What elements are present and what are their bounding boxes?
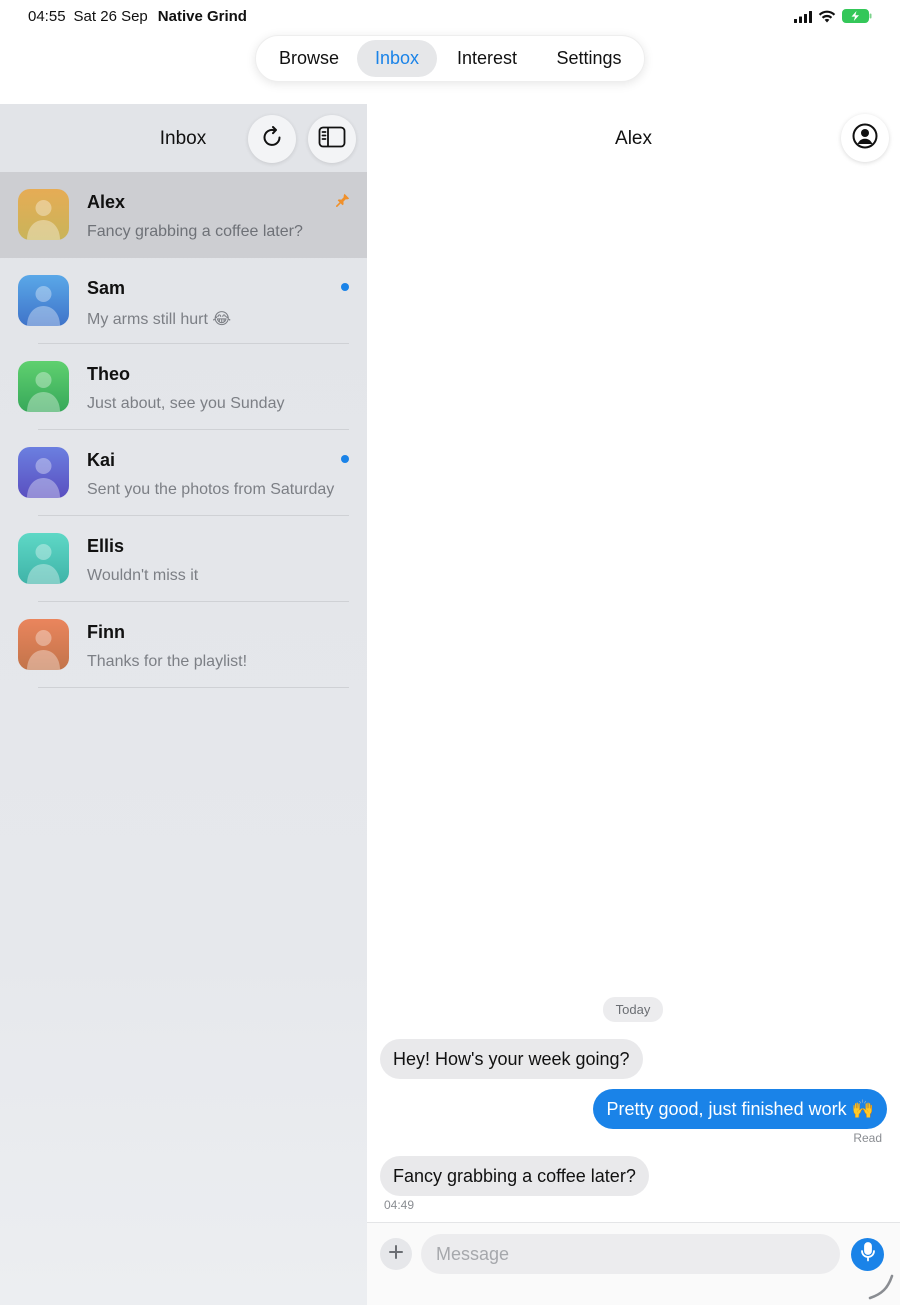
conversation-name: Alex [87, 192, 126, 212]
status-app-name: Native Grind [157, 8, 247, 25]
avatar [18, 447, 69, 498]
message-bubble-incoming[interactable]: Hey! How's your week going? [380, 1039, 643, 1079]
sidebar-header: Inbox [0, 104, 367, 172]
unread-indicator [341, 455, 349, 463]
message-timestamp: 04:49 [384, 1198, 415, 1212]
conversation-name: Theo [87, 364, 130, 384]
conversation-preview: My arms still hurt 😂 [87, 311, 232, 328]
conversation-row-kai[interactable]: Kai Sent you the photos from Saturday [0, 430, 367, 516]
conversation-preview: Just about, see you Sunday [87, 395, 285, 412]
avatar [18, 361, 69, 412]
battery-charging-icon [842, 9, 872, 28]
profile-button[interactable] [841, 114, 889, 162]
chat-title: Alex [615, 128, 652, 149]
conversation-preview: Sent you the photos from Saturday [87, 481, 335, 498]
conversation-preview: Wouldn't miss it [87, 567, 199, 584]
conversation-row-theo[interactable]: Theo Just about, see you Sunday [0, 344, 367, 430]
person-circle-icon [852, 123, 878, 154]
message-bubble-outgoing[interactable]: Pretty good, just finished work 🙌 [593, 1089, 887, 1129]
avatar [18, 619, 69, 670]
microphone-button[interactable] [851, 1238, 884, 1271]
tab-inbox[interactable]: Inbox [357, 40, 437, 77]
status-left: 04:55 Sat 26 Sep Native Grind [28, 8, 247, 25]
attach-button[interactable] [380, 1238, 412, 1270]
message-composer [367, 1222, 900, 1305]
sidebar-toggle-button[interactable] [308, 115, 356, 163]
tab-settings[interactable]: Settings [539, 40, 639, 77]
status-icons [794, 9, 872, 28]
conversation-preview: Thanks for the playlist! [87, 653, 248, 670]
conversation-name: Kai [87, 450, 116, 470]
conversation-row-sam[interactable]: Sam My arms still hurt 😂 [0, 258, 367, 344]
sidebar-title: Inbox [159, 128, 207, 149]
unread-indicator [341, 283, 349, 291]
read-receipt: Read [853, 1131, 882, 1145]
conversation-row-alex[interactable]: Alex Fancy grabbing a coffee later? [0, 172, 367, 258]
refresh-icon [260, 125, 284, 154]
conversation-row-ellis[interactable]: Ellis Wouldn't miss it [0, 516, 367, 602]
inbox-sidebar: Inbox Alex Fancy grabbing a coffee later… [0, 104, 367, 1305]
conversation-row-finn[interactable]: Finn Thanks for the playlist! [0, 602, 367, 688]
status-date: Sat 26 Sep [73, 8, 148, 25]
conversation-name: Sam [87, 278, 126, 298]
message-bubble-incoming[interactable]: Fancy grabbing a coffee later? [380, 1156, 649, 1196]
microphone-icon [860, 1242, 876, 1267]
wifi-icon [818, 10, 836, 28]
row-divider [38, 687, 349, 688]
refresh-button[interactable] [248, 115, 296, 163]
conversation-name: Ellis [87, 536, 125, 556]
sidebar-toggle-icon [318, 126, 346, 153]
resize-handle-icon[interactable] [867, 1273, 895, 1305]
top-tab-bar: Browse Inbox Interest Settings [255, 35, 645, 82]
signal-icon [794, 10, 812, 28]
avatar [18, 533, 69, 584]
date-separator: Today [603, 997, 663, 1022]
tab-browse[interactable]: Browse [264, 40, 354, 77]
avatar [18, 189, 69, 240]
message-input[interactable] [421, 1234, 840, 1274]
status-time: 04:55 [28, 8, 66, 25]
chat-pane: Alex Today Hey! How's your week going? P… [367, 104, 900, 1305]
status-bar: 04:55 Sat 26 Sep Native Grind [0, 0, 900, 34]
pin-icon [336, 193, 350, 212]
tab-interest[interactable]: Interest [442, 40, 532, 77]
plus-icon [388, 1244, 404, 1265]
conversation-name: Finn [87, 622, 125, 642]
conversation-preview: Fancy grabbing a coffee later? [87, 223, 303, 240]
avatar [18, 275, 69, 326]
